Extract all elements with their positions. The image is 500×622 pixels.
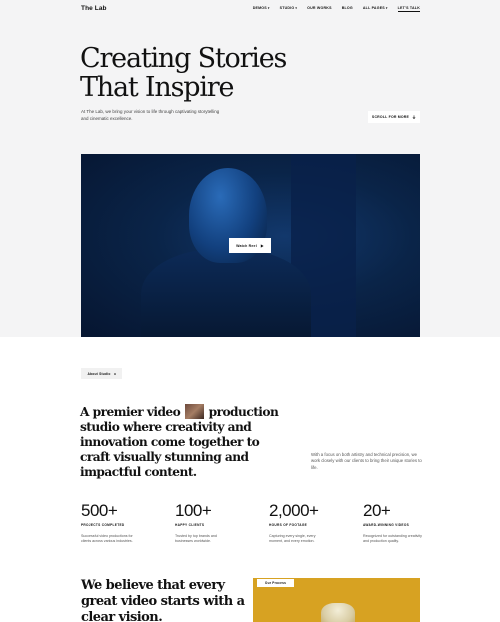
scroll-button-label: Scroll for more bbox=[371, 115, 410, 119]
main-menu: Demos▾ Studio▾ Our Works Blog All Pages▾… bbox=[253, 6, 420, 12]
stat-label: Hours of Footage bbox=[269, 523, 308, 527]
stat-item: 2,000+ Hours of Footage Capturing every … bbox=[269, 501, 363, 544]
dot-icon bbox=[113, 372, 116, 375]
stats-row: 500+ Projects Completed Successful video… bbox=[81, 501, 457, 544]
hero-title-line-1: Creating Stories bbox=[80, 43, 287, 74]
process-object bbox=[321, 603, 355, 622]
process-headline: We believe that every great video starts… bbox=[81, 578, 245, 622]
process-image: Our Process bbox=[253, 578, 420, 622]
menu-item-label: Our Works bbox=[307, 6, 332, 10]
about-tag-label: About Studio bbox=[87, 371, 111, 376]
lets-talk-link[interactable]: Let's Talk bbox=[397, 6, 420, 12]
arrow-down-icon bbox=[412, 115, 416, 119]
statement-part-1: A premier video bbox=[80, 405, 181, 419]
menu-item-demos[interactable]: Demos▾ bbox=[253, 6, 270, 12]
stat-label: Happy Clients bbox=[175, 523, 205, 527]
scroll-for-more-button[interactable]: Scroll for more bbox=[368, 111, 420, 123]
stat-label: Award-Winning Videos bbox=[363, 523, 410, 527]
play-icon bbox=[260, 243, 264, 248]
top-nav: The Lab Demos▾ Studio▾ Our Works Blog Al… bbox=[0, 0, 500, 20]
stat-item: 100+ Happy Clients Trusted by top brands… bbox=[175, 501, 269, 544]
about-studio-tag: About Studio bbox=[81, 368, 122, 379]
stat-description: Capturing every single, every moment, an… bbox=[269, 534, 316, 543]
menu-item-label: Studio bbox=[279, 6, 295, 10]
our-process-tag: Our Process bbox=[257, 579, 294, 587]
hero-title: Creating Stories That Inspire bbox=[80, 44, 340, 102]
menu-item-all-pages[interactable]: All Pages▾ bbox=[363, 6, 388, 12]
chevron-down-icon: ▾ bbox=[267, 6, 270, 10]
stat-value: 500+ bbox=[81, 501, 118, 520]
menu-item-label: Demos bbox=[252, 6, 267, 10]
studio-side-note: With a focus on both artistry and techni… bbox=[311, 452, 422, 470]
menu-item-label: All Pages bbox=[362, 6, 385, 10]
stat-description: Trusted by top brands and businesses wor… bbox=[175, 534, 217, 543]
stat-value: 20+ bbox=[363, 501, 391, 520]
menu-item-blog[interactable]: Blog bbox=[342, 6, 353, 12]
stat-description: Successful video productions for clients… bbox=[81, 534, 133, 543]
stat-description: Recognized for outstanding creativity an… bbox=[363, 534, 422, 543]
chevron-down-icon: ▾ bbox=[295, 6, 298, 10]
stat-value: 2,000+ bbox=[269, 501, 319, 520]
logo[interactable]: The Lab bbox=[81, 5, 107, 12]
stat-label: Projects Completed bbox=[81, 523, 125, 527]
stat-value: 100+ bbox=[175, 501, 212, 520]
watch-reel-label: Watch Reel bbox=[236, 243, 257, 248]
watch-reel-button[interactable]: Watch Reel bbox=[229, 238, 271, 253]
menu-item-our-works[interactable]: Our Works bbox=[307, 6, 332, 12]
stat-item: 500+ Projects Completed Successful video… bbox=[81, 501, 175, 544]
portrait-thumbnail bbox=[184, 404, 204, 419]
stat-item: 20+ Award-Winning Videos Recognized for … bbox=[363, 501, 457, 544]
menu-item-studio[interactable]: Studio▾ bbox=[280, 6, 298, 12]
hero-subtitle: At The Lab, we bring your vision to life… bbox=[81, 109, 220, 121]
menu-item-label: Blog bbox=[341, 6, 353, 10]
studio-statement: A premier video production studio where … bbox=[80, 404, 285, 480]
hero-title-line-2: That Inspire bbox=[80, 72, 234, 103]
hero-video-image: Watch Reel bbox=[81, 154, 420, 337]
chevron-down-icon: ▾ bbox=[385, 6, 388, 10]
